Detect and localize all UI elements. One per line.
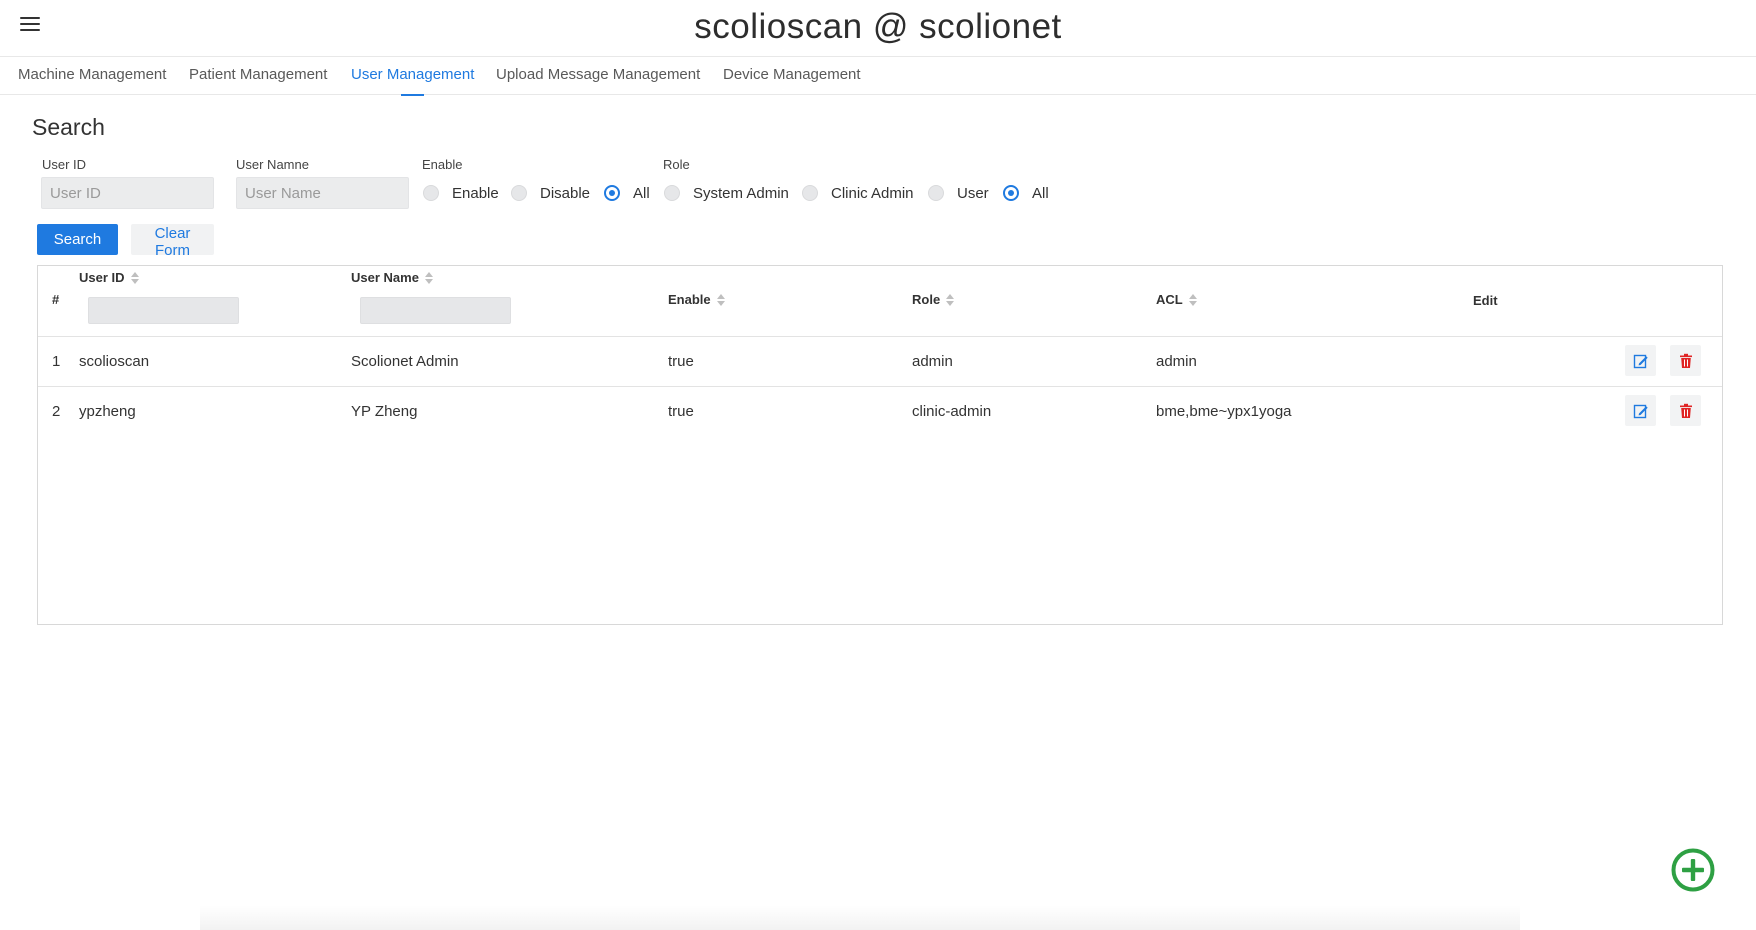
main-tabs: Machine Management Patient Management Us… <box>0 57 1756 96</box>
row-user-name: Scolionet Admin <box>351 353 459 370</box>
sort-icon[interactable] <box>130 271 139 284</box>
row-user-id: scolioscan <box>79 353 150 370</box>
role-radio-user[interactable]: User <box>928 182 989 204</box>
radio-unchecked-icon <box>664 185 680 201</box>
row-acl: admin <box>1156 353 1197 370</box>
user-name-column-filter[interactable] <box>360 297 511 324</box>
sort-icon[interactable] <box>1188 293 1197 306</box>
row-enable: true <box>668 403 694 420</box>
user-name-input[interactable] <box>236 177 409 209</box>
column-header-index: # <box>52 292 60 307</box>
sort-icon[interactable] <box>424 271 433 284</box>
radio-unchecked-icon <box>928 185 944 201</box>
table-header-divider <box>38 336 1722 337</box>
enable-radio-enable[interactable]: Enable <box>423 182 499 204</box>
edit-button[interactable] <box>1625 395 1656 426</box>
users-table: # User ID User Name Enable Role ACL Edit… <box>37 265 1723 625</box>
role-radio-clinic-admin[interactable]: Clinic Admin <box>802 182 914 204</box>
tab-device-management[interactable]: Device Management <box>723 57 861 95</box>
sort-icon[interactable] <box>946 293 955 306</box>
user-id-input[interactable] <box>41 177 214 209</box>
radio-checked-icon <box>1003 185 1019 201</box>
search-button[interactable]: Search <box>37 224 118 255</box>
row-role: admin <box>912 353 953 370</box>
row-acl: bme,bme~ypx1yoga <box>1156 403 1292 420</box>
sort-icon[interactable] <box>716 293 725 306</box>
add-circle-icon <box>1671 848 1715 892</box>
column-header-enable: Enable <box>668 292 725 307</box>
user-id-column-filter[interactable] <box>88 297 239 324</box>
user-name-label: User Namne <box>236 157 309 172</box>
clear-form-button[interactable]: Clear Form <box>131 224 214 259</box>
delete-button[interactable] <box>1670 395 1701 426</box>
row-index: 2 <box>52 403 61 420</box>
row-divider <box>38 386 1722 387</box>
tab-upload-message-management[interactable]: Upload Message Management <box>496 57 700 95</box>
role-filter-label: Role <box>663 157 690 172</box>
radio-unchecked-icon <box>511 185 527 201</box>
app-header: scolioscan @ scolionet <box>0 0 1756 57</box>
app-title: scolioscan @ scolionet <box>694 7 1062 46</box>
trash-icon <box>1679 403 1692 418</box>
tab-user-management[interactable]: User Management <box>351 57 474 96</box>
row-role: clinic-admin <box>912 403 992 420</box>
bottom-shadow <box>200 905 1520 930</box>
edit-icon <box>1633 404 1648 418</box>
column-header-user-name: User Name <box>351 270 433 285</box>
enable-radio-all[interactable]: All <box>604 182 650 204</box>
tab-patient-management[interactable]: Patient Management <box>189 57 327 95</box>
row-user-name: YP Zheng <box>351 403 418 420</box>
delete-button[interactable] <box>1670 345 1701 376</box>
user-id-label: User ID <box>42 157 87 172</box>
enable-filter-label: Enable <box>422 157 463 172</box>
role-radio-all[interactable]: All <box>1003 182 1049 204</box>
radio-unchecked-icon <box>423 185 439 201</box>
column-header-user-id: User ID <box>79 270 139 285</box>
radio-checked-icon <box>604 185 620 201</box>
row-index: 1 <box>52 353 61 370</box>
column-header-role: Role <box>912 292 955 307</box>
column-header-edit: Edit <box>1473 293 1498 308</box>
row-user-id: ypzheng <box>79 403 136 420</box>
trash-icon <box>1679 353 1692 368</box>
row-enable: true <box>668 353 694 370</box>
search-title: Search <box>32 114 105 140</box>
radio-unchecked-icon <box>802 185 818 201</box>
role-radio-system-admin[interactable]: System Admin <box>664 182 789 204</box>
tab-machine-management[interactable]: Machine Management <box>18 57 166 95</box>
add-user-button[interactable] <box>1671 848 1715 892</box>
enable-radio-disable[interactable]: Disable <box>511 182 590 204</box>
edit-button[interactable] <box>1625 345 1656 376</box>
edit-icon <box>1633 354 1648 368</box>
column-header-acl: ACL <box>1156 292 1197 307</box>
